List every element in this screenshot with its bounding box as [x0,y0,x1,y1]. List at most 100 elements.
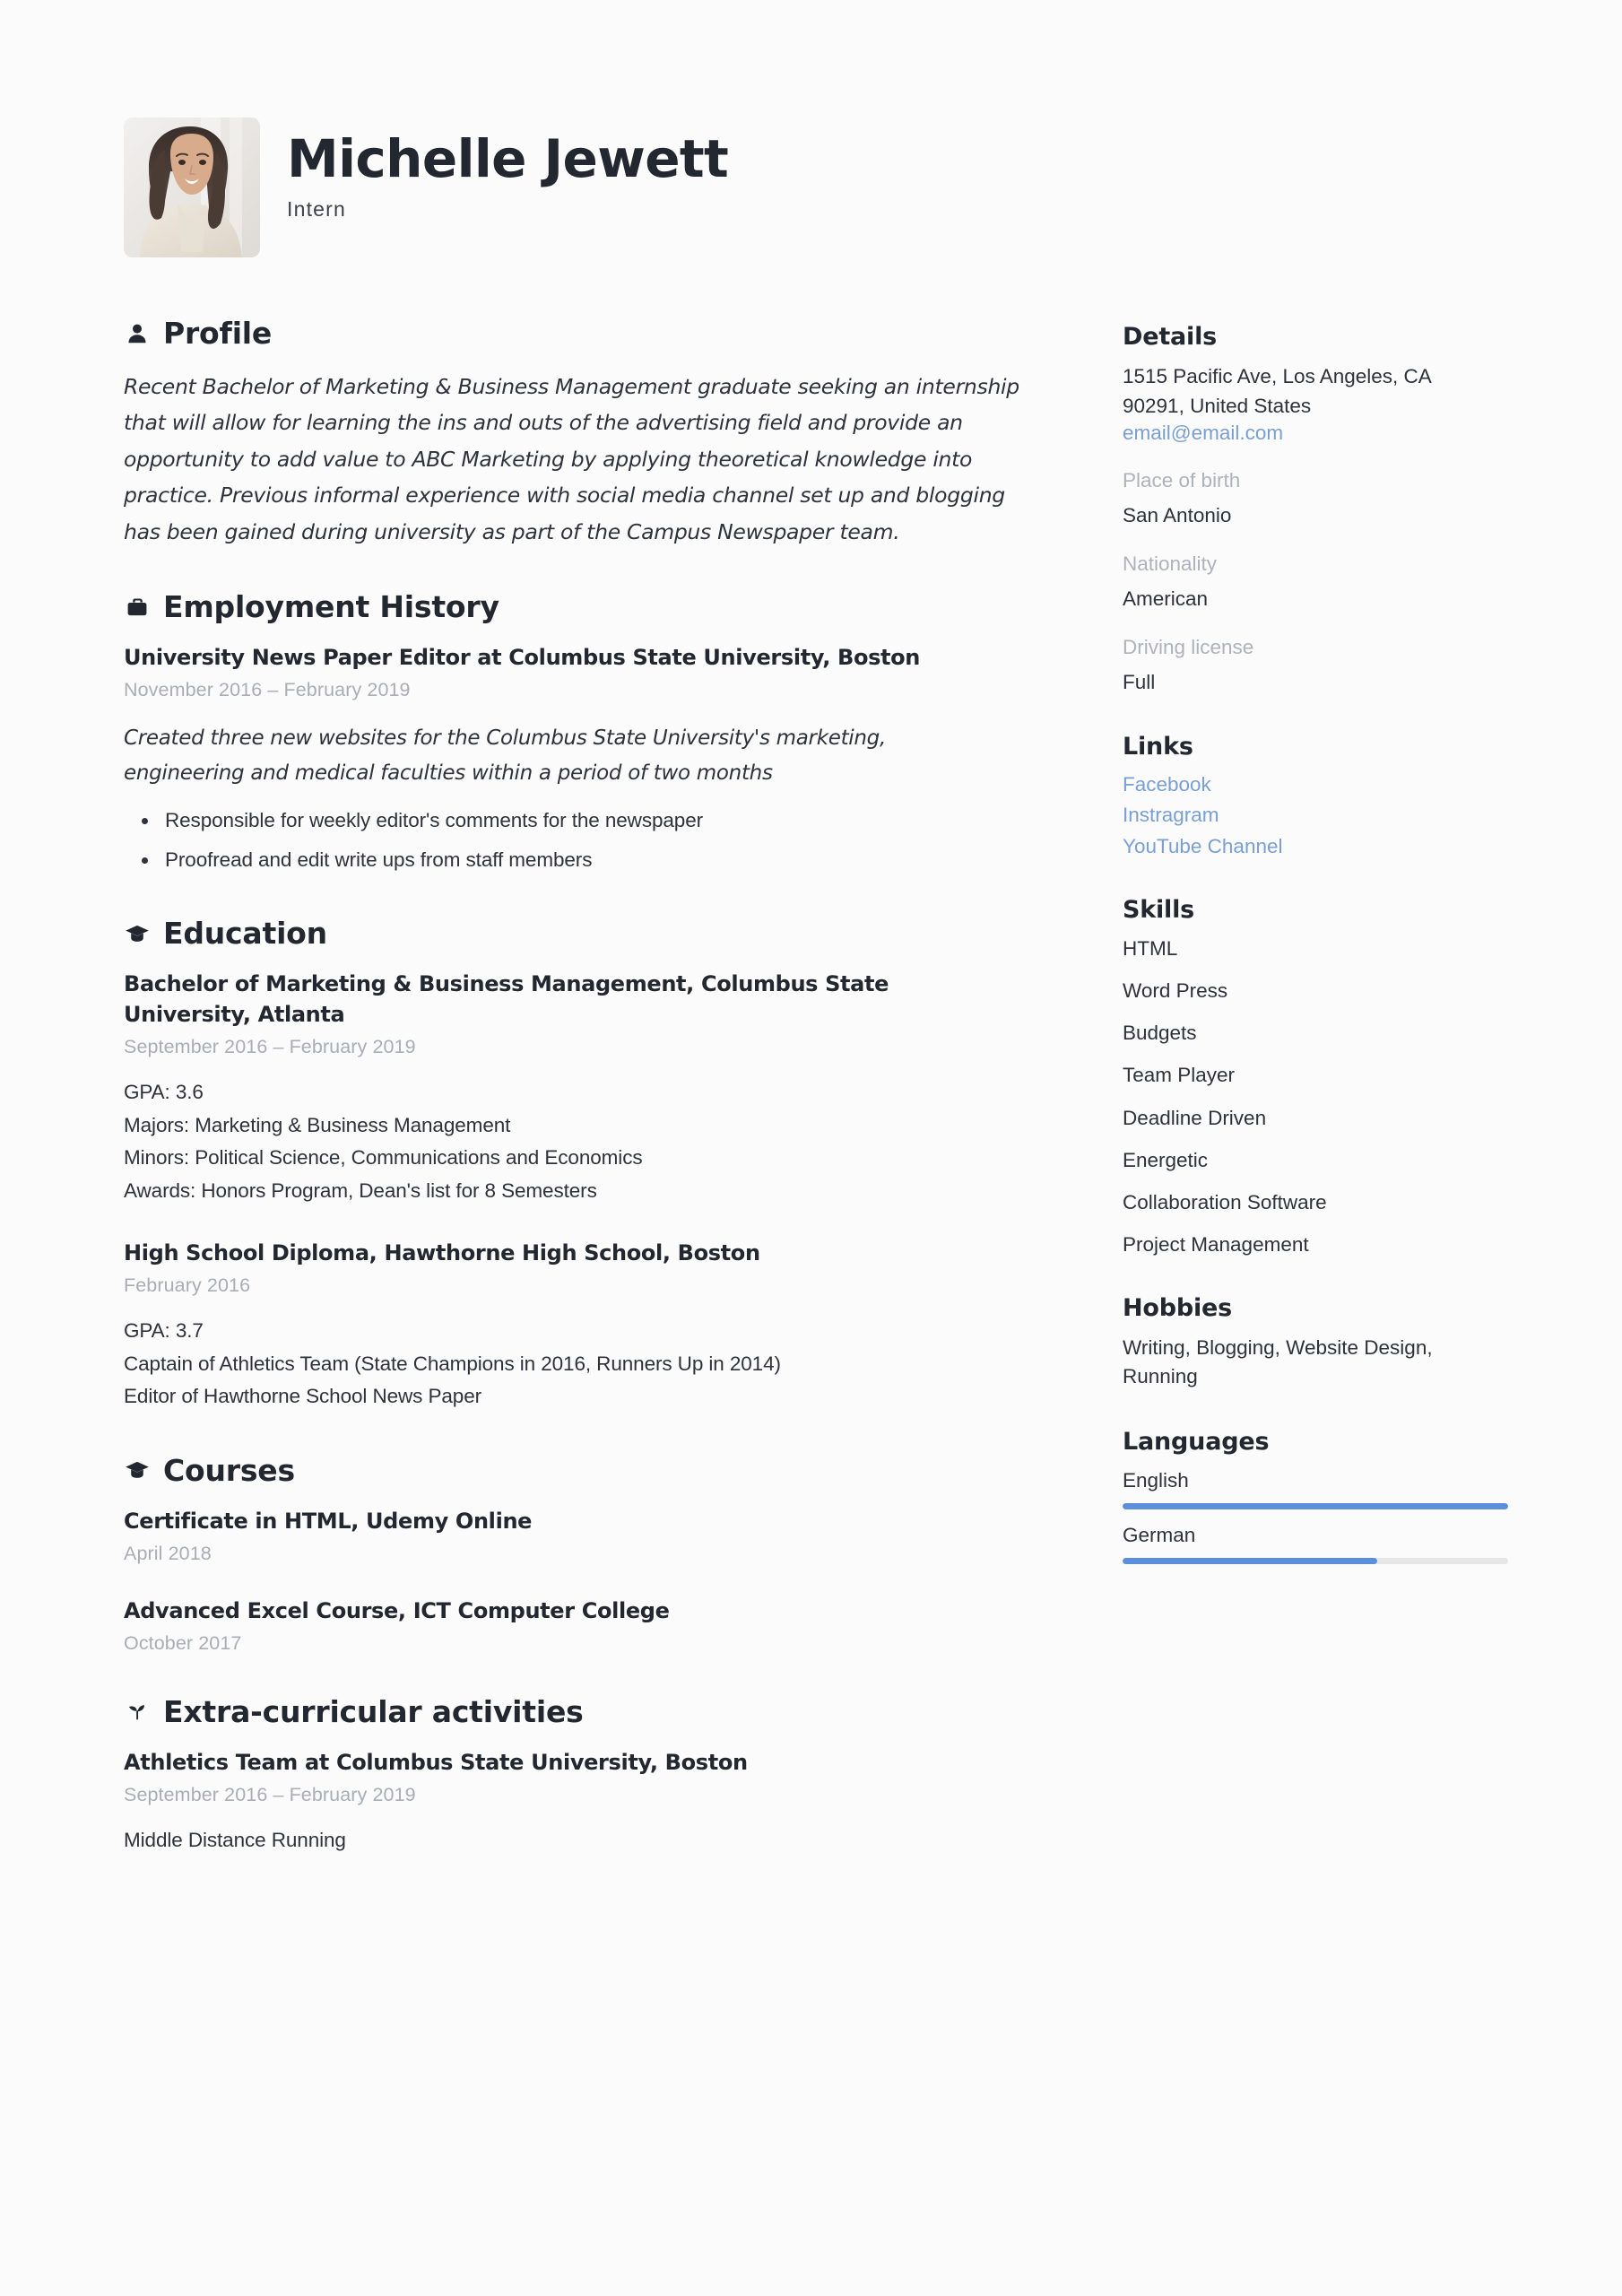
sidebar-title-skills: Skills [1123,895,1195,924]
person-name: Michelle Jewett [287,128,729,189]
entry-line: Middle Distance Running [124,1828,346,1851]
sidebar-section-hobbies: Hobbies Writing, Blogging, Website Desig… [1123,1294,1508,1392]
section-title-extracurricular: Extra-curricular activities [163,1693,584,1729]
field-label-nationality: Nationality [1123,552,1218,575]
section-header-extracurricular: Extra-curricular activities [124,1694,1056,1729]
sidebar: Details 1515 Pacific Ave, Los Angeles, C… [1123,323,1508,1600]
resume-page: Michelle Jewett Intern Profile Recent Ba… [0,0,1622,2296]
section-employment: Employment History University News Paper… [124,589,1056,876]
sidebar-section-skills: Skills HTML Word Press Budgets Team Play… [1123,896,1508,1258]
skill-item: HTML [1123,936,1178,960]
section-education: Education Bachelor of Marketing & Busine… [124,916,1056,1413]
language-level-fill [1123,1503,1508,1509]
entry-description: Created three new websites for the Colum… [124,726,886,785]
person-icon [124,320,151,347]
entry-line: GPA: 3.6 [124,1081,204,1104]
hobbies-text: Writing, Blogging, Website Design, Runni… [1123,1335,1433,1388]
entry-line: Captain of Athletics Team (State Champio… [124,1352,781,1375]
skill-item: Budgets [1123,1022,1197,1044]
language-level-bar [1123,1558,1508,1565]
section-header-courses: Courses [124,1453,1056,1488]
entry-title: High School Diploma, Hawthorne High Scho… [124,1240,760,1266]
entry-detail-lines: GPA: 3.6 Majors: Marketing & Business Ma… [124,1076,1056,1207]
employment-entry: University News Paper Editor at Columbus… [124,642,1056,876]
entry-title: Bachelor of Marketing & Business Managem… [124,971,889,1028]
field-value-place-of-birth: San Antonio [1123,504,1232,527]
sidebar-title-languages: Languages [1123,1427,1270,1456]
address-line-1: 1515 Pacific Ave, Los Angeles, CA [1123,365,1432,387]
field-value-driving-license: Full [1123,671,1156,694]
entry-date: September 2016 – February 2019 [124,1783,416,1805]
skill-item: Energetic [1123,1148,1209,1171]
language-item-german: German [1123,1522,1508,1565]
section-title-courses: Courses [163,1452,295,1488]
avatar [124,117,260,257]
sidebar-title-hobbies: Hobbies [1123,1293,1233,1322]
entry-line: Majors: Marketing & Business Management [124,1113,511,1136]
language-item-english: English [1123,1467,1508,1509]
sidebar-title-details: Details [1123,323,1218,351]
entry-title: Athletics Team at Columbus State Univers… [124,1749,748,1775]
entry-title: Advanced Excel Course, ICT Computer Coll… [124,1597,670,1623]
resume-header: Michelle Jewett Intern [124,117,1505,270]
skill-item: Team Player [1123,1064,1236,1087]
education-entry: Bachelor of Marketing & Business Managem… [124,969,1056,1207]
course-entry: Advanced Excel Course, ICT Computer Coll… [124,1596,1056,1655]
entry-line: GPA: 3.7 [124,1319,204,1343]
entry-date: February 2016 [124,1274,251,1297]
list-item: Proofread and edit write ups from staff … [142,844,1056,876]
language-name: German [1123,1524,1196,1546]
graduation-cap-icon [124,920,151,947]
section-profile: Profile Recent Bachelor of Marketing & B… [124,316,1056,550]
section-extracurricular: Extra-curricular activities Athletics Te… [124,1694,1056,1857]
link-facebook[interactable]: Facebook [1123,772,1508,798]
entry-detail-lines: GPA: 3.7 Captain of Athletics Team (Stat… [124,1315,1056,1413]
language-level-fill [1123,1558,1377,1565]
section-title-profile: Profile [163,316,273,351]
skill-item: Project Management [1123,1233,1309,1257]
language-level-bar [1123,1503,1508,1509]
briefcase-icon [124,594,151,621]
section-courses: Courses Certificate in HTML, Udemy Onlin… [124,1453,1056,1655]
entry-date: April 2018 [124,1542,212,1564]
entry-date: September 2016 – February 2019 [124,1036,416,1058]
section-header-profile: Profile [124,316,1056,351]
sprout-icon [124,1698,151,1725]
skill-item: Deadline Driven [1123,1106,1267,1129]
entry-line: Minors: Political Science, Communication… [124,1146,643,1170]
entry-date: November 2016 – February 2019 [124,679,411,701]
field-value-nationality: American [1123,587,1209,611]
name-block: Michelle Jewett Intern [287,128,729,222]
sidebar-section-languages: Languages English German [1123,1428,1508,1565]
language-name: English [1123,1468,1189,1492]
field-label-driving-license: Driving license [1123,635,1254,658]
list-item: Responsible for weekly editor's comments… [142,804,1056,837]
skill-item: Collaboration Software [1123,1191,1327,1213]
graduation-cap-icon [124,1457,151,1483]
skill-item: Word Press [1123,978,1228,1002]
job-title: Intern [287,196,347,221]
entry-title: Certificate in HTML, Udemy Online [124,1508,533,1534]
education-entry: High School Diploma, Hawthorne High Scho… [124,1238,1056,1413]
entry-date: October 2017 [124,1631,242,1654]
section-header-employment: Employment History [124,589,1056,624]
field-label-place-of-birth: Place of birth [1123,468,1241,491]
sidebar-section-details: Details 1515 Pacific Ave, Los Angeles, C… [1123,323,1508,697]
sidebar-section-links: Links Facebook Instragram YouTube Channe… [1123,733,1508,860]
section-title-education: Education [163,916,327,952]
address-line-2: 90291, United States [1123,394,1312,417]
extracurricular-entry: Athletics Team at Columbus State Univers… [124,1747,1056,1857]
section-title-employment: Employment History [163,589,499,625]
entry-detail-lines: Middle Distance Running [124,1824,1056,1857]
section-header-education: Education [124,916,1056,951]
course-entry: Certificate in HTML, Udemy Online April … [124,1506,1056,1565]
sidebar-title-links: Links [1123,732,1193,761]
link-instagram[interactable]: Instragram [1123,803,1508,829]
entry-bullet-list: Responsible for weekly editor's comments… [124,804,1056,876]
entry-line: Awards: Honors Program, Dean's list for … [124,1178,597,1202]
main-column: Profile Recent Bachelor of Marketing & B… [124,316,1056,1896]
entry-title: University News Paper Editor at Columbus… [124,645,921,671]
link-youtube-channel[interactable]: YouTube Channel [1123,834,1508,860]
email-link[interactable]: email@email.com [1123,421,1508,447]
entry-line: Editor of Hawthorne School News Paper [124,1385,482,1408]
